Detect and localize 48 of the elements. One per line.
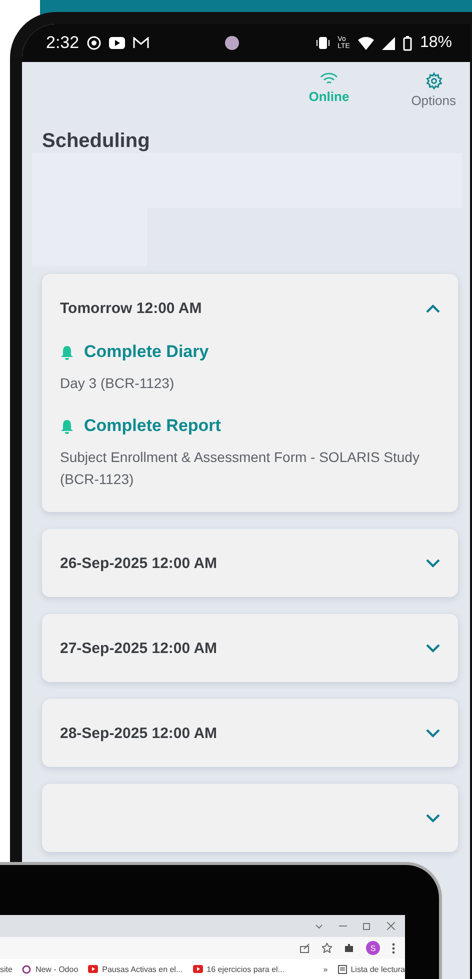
chevron-down-icon (315, 924, 323, 928)
date-header[interactable]: 27-Sep-2025 12:00 AM (60, 614, 440, 682)
more-icon[interactable] (392, 942, 395, 954)
date-header[interactable]: 26-Sep-2025 12:00 AM (60, 529, 440, 597)
chevron-down-icon (426, 814, 440, 822)
options-tab[interactable]: Options (411, 72, 456, 108)
video-play-icon (109, 37, 126, 49)
task-title[interactable]: Complete Diary (60, 342, 440, 362)
bell-icon (60, 344, 74, 360)
battery-percent: 18% (420, 34, 452, 52)
chevron-up-icon (426, 304, 440, 312)
bookmark-link[interactable]: 16 ejercicios para el... (192, 964, 284, 974)
date-header[interactable]: 28-Sep-2025 12:00 AM (60, 699, 440, 767)
star-icon[interactable] (322, 943, 332, 953)
chevron-down-icon (426, 558, 440, 568)
task-detail: Day 3 (BCR-1123) (60, 374, 176, 393)
reading-list-link[interactable]: Lista de lectura (338, 964, 405, 974)
profile-avatar[interactable]: S (366, 941, 380, 955)
signal-icon (382, 36, 395, 50)
more-bookmarks[interactable]: » (323, 964, 328, 974)
circle-icon (87, 36, 102, 50)
settings-icon (424, 72, 443, 90)
share-icon[interactable] (300, 943, 310, 953)
bookmark-link[interactable]: New - Odoo (22, 964, 78, 974)
puzzle-icon[interactable] (344, 943, 354, 953)
date-header[interactable]: Tomorrow 12:00 AM (60, 274, 440, 342)
task-detail: Subject Enrollment & Assessment Form - SOLARIS Study (BCR-1123) (60, 448, 420, 489)
battery-icon (402, 36, 412, 50)
list-icon (338, 964, 347, 974)
bell-icon (60, 418, 74, 434)
page-title: Scheduling (42, 130, 151, 153)
video-play-icon (192, 965, 203, 973)
close-icon (387, 922, 395, 930)
minimize-icon (339, 925, 347, 927)
bookmark-link[interactable]: site (0, 964, 12, 974)
wifi-icon (320, 72, 338, 86)
bookmark-link[interactable]: Pausas Activas en el... (88, 964, 183, 974)
vibrate-icon (316, 37, 330, 49)
camera-icon (225, 36, 240, 50)
status-time: 2:32 (46, 33, 80, 53)
mail-icon (133, 37, 150, 49)
video-play-icon (88, 965, 98, 973)
restore-icon (363, 922, 371, 930)
chevron-down-icon (426, 728, 440, 738)
task-title[interactable]: Complete Report (60, 416, 440, 436)
wifi-icon (358, 36, 374, 50)
ring-icon (22, 964, 32, 974)
chevron-down-icon (426, 644, 440, 652)
